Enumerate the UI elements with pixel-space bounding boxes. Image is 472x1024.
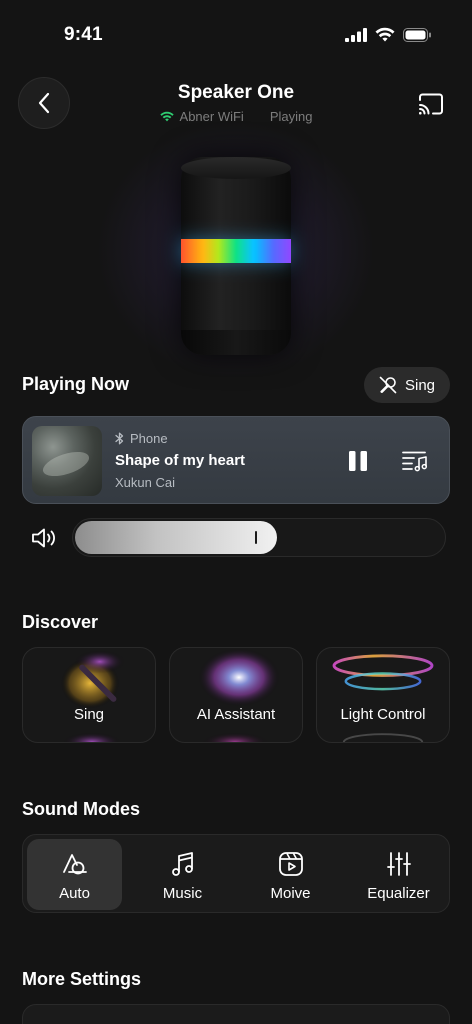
playback-state: Playing (269, 109, 313, 124)
playback-source: Phone (115, 431, 168, 446)
volume-slider-thumb[interactable] (255, 531, 257, 544)
status-bar: 9:41 (0, 0, 472, 70)
discover-ai-assistant-label: AI Assistant (196, 706, 276, 723)
volume-slider[interactable] (72, 518, 446, 557)
light-control-illustration (332, 654, 434, 742)
status-icons (345, 27, 432, 42)
discover-ai-assistant-card[interactable]: AI Assistant (169, 647, 303, 743)
bluetooth-icon (115, 432, 124, 445)
more-settings-title: More Settings (22, 969, 142, 989)
sound-mode-equalizer-label: Equalizer (367, 885, 430, 902)
pause-icon (349, 451, 367, 471)
device-name: Speaker One (177, 82, 295, 103)
pause-button[interactable] (345, 448, 371, 474)
wifi-status-icon (375, 27, 395, 42)
more-settings-card[interactable] (22, 1004, 450, 1024)
sound-mode-music-label: Music (162, 885, 203, 902)
artist-name: Xukun Cai (115, 475, 175, 490)
sound-mode-movie[interactable]: Moive (243, 839, 338, 910)
sound-mode-equalizer[interactable]: Equalizer (351, 839, 446, 910)
discover-sing-label: Sing (73, 706, 105, 723)
cast-button[interactable] (416, 89, 446, 119)
status-time: 9:41 (64, 24, 103, 45)
sing-illustration (60, 649, 126, 742)
sound-mode-movie-label: Moive (270, 885, 311, 902)
auto-icon (62, 854, 87, 875)
playlist-button[interactable] (401, 448, 429, 474)
discover-title: Discover (22, 612, 99, 632)
equalizer-icon (386, 852, 411, 876)
sound-mode-auto-label: Auto (59, 885, 90, 902)
discover-light-control-card[interactable]: Light Control (316, 647, 450, 743)
source-name: Phone (130, 431, 168, 446)
now-playing-card[interactable]: Phone Shape of my heart Xukun Cai (22, 416, 450, 504)
song-title: Shape of my heart (115, 452, 246, 469)
album-cover (32, 426, 102, 496)
music-note-icon (171, 852, 193, 876)
sound-mode-auto[interactable]: Auto (27, 839, 122, 910)
video-icon (278, 852, 303, 876)
cellular-signal-icon (345, 27, 367, 42)
sing-button-label: Sing (404, 376, 436, 394)
sound-modes-title: Sound Modes (22, 799, 140, 819)
microphone-icon (379, 376, 397, 394)
cast-icon (419, 93, 443, 115)
sound-mode-selector: Auto Music Moive Equalizer (22, 834, 450, 913)
discover-light-control-label: Light Control (340, 706, 426, 723)
sing-button[interactable]: Sing (364, 367, 450, 403)
discover-sing-card[interactable]: Sing (22, 647, 156, 743)
speaker-light-ring (181, 239, 291, 263)
volume-icon (32, 528, 55, 548)
volume-slider-fill (75, 521, 277, 554)
battery-icon (403, 27, 431, 42)
wifi-icon (159, 111, 174, 122)
playlist-icon (402, 451, 428, 472)
ai-assistant-illustration (197, 648, 281, 742)
sound-mode-music[interactable]: Music (135, 839, 230, 910)
playing-now-title: Playing Now (22, 374, 130, 394)
